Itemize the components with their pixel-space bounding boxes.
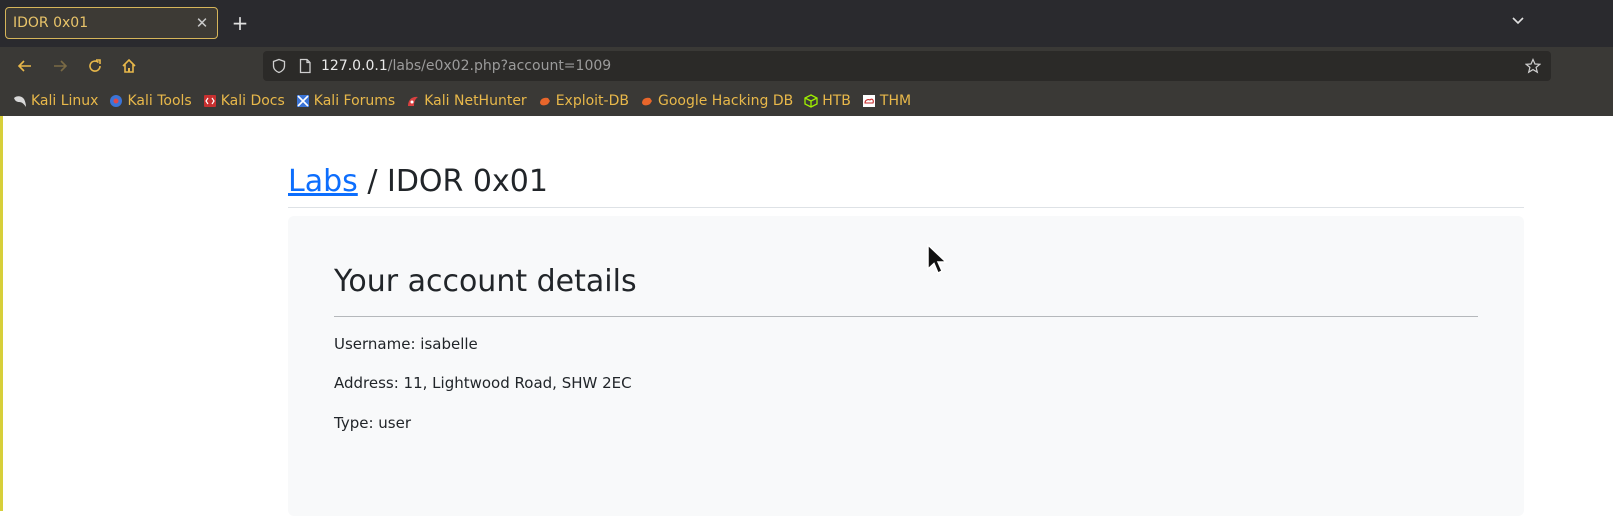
kali-dragon-icon (13, 94, 27, 108)
page-content: Labs / IDOR 0x01 Your account details Us… (3, 116, 1613, 516)
bookmark-label: Kali Forums (313, 92, 396, 109)
bookmark-kali-nethunter[interactable]: Kali NetHunter (406, 92, 527, 109)
breadcrumb-current: IDOR 0x01 (386, 164, 548, 199)
breadcrumb-labs-link[interactable]: Labs (288, 164, 358, 199)
page-icon[interactable] (297, 58, 313, 74)
ghdb-icon (640, 94, 654, 108)
bookmark-label: THM (879, 92, 912, 109)
bookmark-label: Kali Tools (127, 92, 192, 109)
type-text: Type: user (334, 414, 411, 432)
bookmark-thm[interactable]: THM (862, 93, 911, 109)
thm-icon (862, 94, 876, 108)
reload-icon[interactable] (82, 53, 108, 79)
tab-bar: IDOR 0x01 ✕ + (0, 0, 1613, 47)
forward-arrow-icon[interactable] (47, 53, 73, 79)
bookmark-label: Kali Docs (220, 92, 285, 109)
navigation-bar: 127.0.0.1/labs/e0x02.php?account=1009 (0, 47, 1613, 85)
bookmark-htb[interactable]: HTB (804, 93, 851, 109)
url-text[interactable]: 127.0.0.1/labs/e0x02.php?account=1009 (321, 51, 611, 81)
star-icon[interactable] (1524, 58, 1542, 74)
bookmark-kali-forums[interactable]: Kali Forums (296, 93, 395, 109)
breadcrumb-separator: / (357, 164, 387, 199)
tab-title: IDOR 0x01 (13, 15, 89, 31)
bookmark-kali-linux[interactable]: Kali Linux (13, 93, 98, 109)
new-tab-icon[interactable]: + (229, 12, 251, 34)
kali-docs-icon (203, 94, 217, 108)
mouse-cursor-icon (927, 243, 949, 276)
close-tab-icon[interactable]: ✕ (192, 14, 212, 32)
bookmark-kali-docs[interactable]: Kali Docs (203, 93, 285, 109)
back-arrow-icon[interactable] (12, 53, 38, 79)
address-text: Address: 11, Lightwood Road, SHW 2EC (334, 374, 632, 392)
kali-tools-icon (109, 94, 123, 108)
account-details-card: Your account details Username: isabelle … (288, 216, 1524, 516)
htb-cube-icon (804, 93, 818, 108)
bookmark-label: Exploit-DB (555, 92, 629, 109)
tab-active[interactable]: IDOR 0x01 ✕ (5, 7, 218, 39)
username-text: Username: isabelle (334, 335, 478, 353)
page-title: Labs / IDOR 0x01 (288, 164, 548, 199)
bookmark-exploit-db[interactable]: Exploit-DB (538, 93, 629, 109)
exploit-db-icon (538, 94, 552, 108)
bookmarks-bar: Kali Linux Kali Tools Kali Docs Kali For… (0, 85, 1613, 116)
shield-icon[interactable] (271, 58, 287, 74)
bookmark-label: Kali Linux (31, 92, 99, 109)
card-divider (334, 316, 1478, 317)
card-title: Your account details (334, 264, 637, 299)
address-bar[interactable]: 127.0.0.1/labs/e0x02.php?account=1009 (263, 51, 1551, 81)
title-divider (288, 207, 1524, 208)
bookmark-label: Kali NetHunter (424, 92, 527, 109)
bookmark-label: Google Hacking DB (657, 92, 794, 109)
kali-forums-icon (296, 94, 310, 108)
url-host: 127.0.0.1 (321, 58, 388, 74)
home-icon[interactable] (116, 53, 142, 79)
bookmark-kali-tools[interactable]: Kali Tools (109, 92, 192, 109)
bookmark-google-hacking-db[interactable]: Google Hacking DB (640, 93, 793, 109)
nethunter-icon (406, 94, 420, 108)
chevron-down-icon[interactable] (1507, 12, 1529, 34)
url-path: /labs/e0x02.php?account=1009 (387, 58, 612, 74)
bookmark-label: HTB (822, 92, 851, 109)
